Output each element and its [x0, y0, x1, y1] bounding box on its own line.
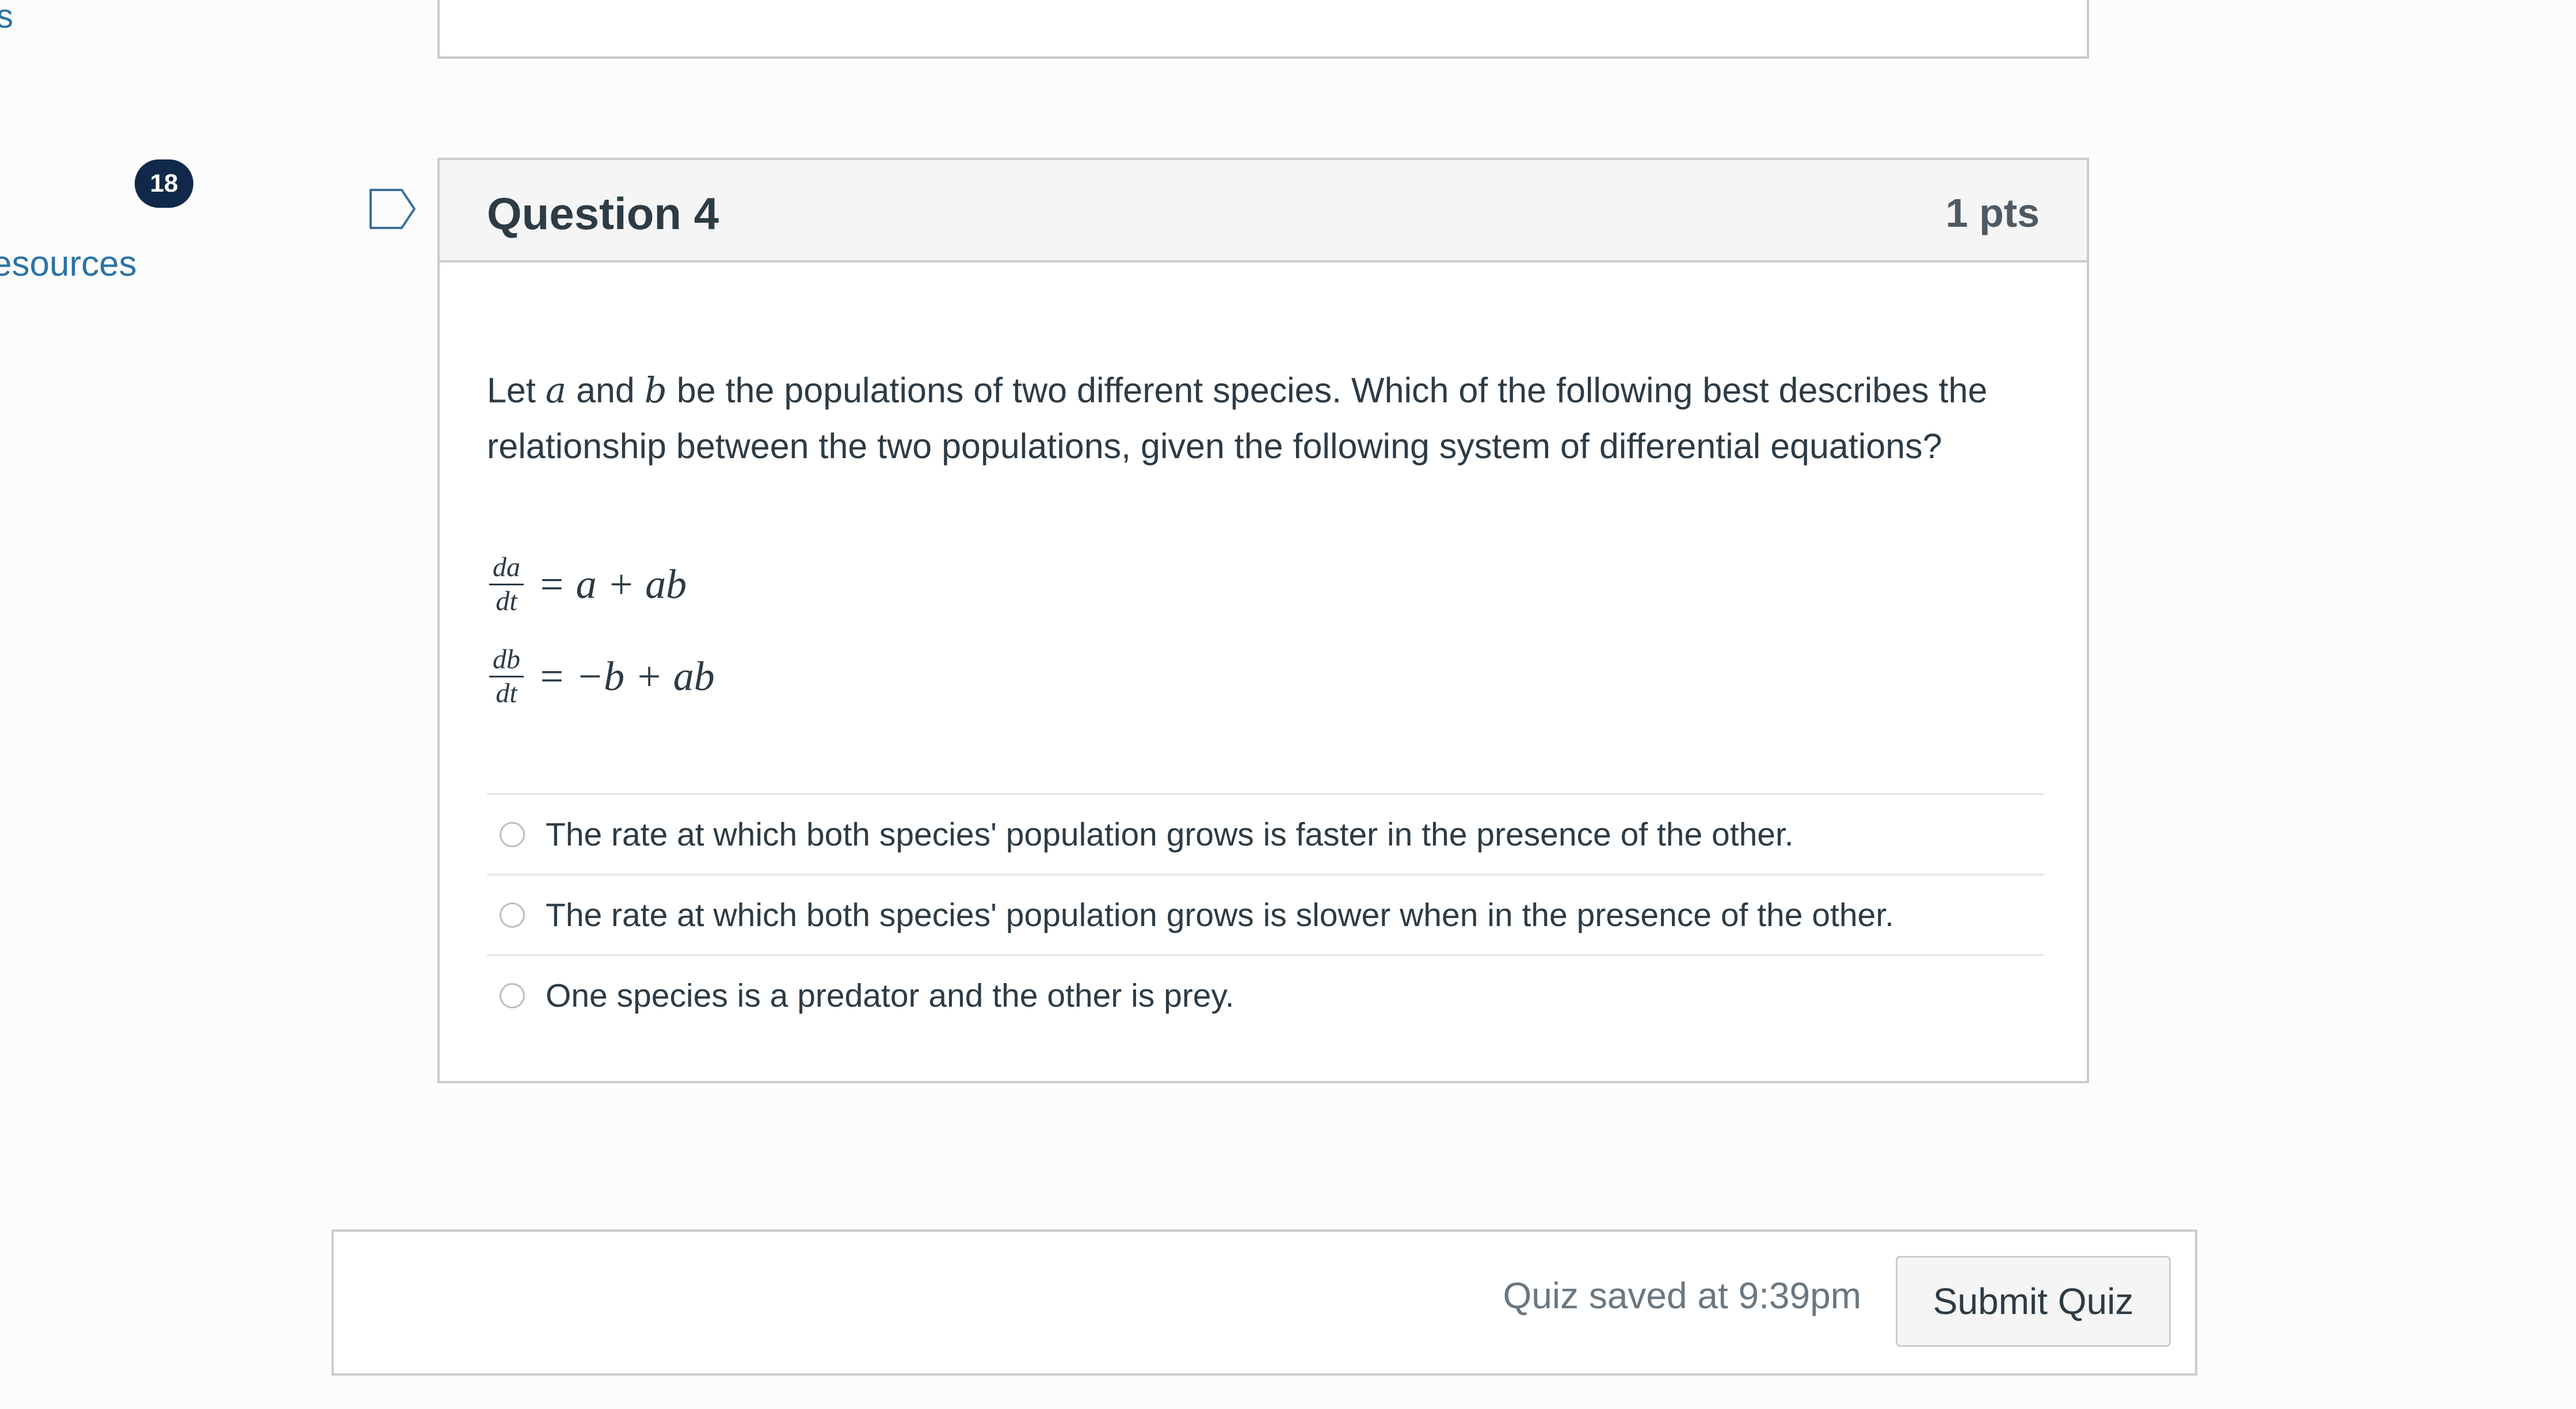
equation-db-dt: db dt = −b + ab	[489, 643, 715, 710]
sidebar-link-resources[interactable]: esources	[0, 246, 137, 282]
quiz-saved-status: Quiz saved at 9:39pm	[1503, 1275, 1861, 1316]
fraction-numerator: da	[489, 551, 524, 585]
question-points: 1 pts	[1945, 191, 2040, 235]
variable-b: b	[644, 370, 667, 411]
answer-option[interactable]: The rate at which both species' populati…	[487, 795, 2044, 875]
question-text-part: and	[566, 371, 645, 410]
fraction-denominator: dt	[496, 678, 517, 709]
answer-radio[interactable]	[500, 983, 525, 1008]
equation-rhs: = a + ab	[538, 561, 687, 607]
question-title: Question 4	[487, 188, 719, 239]
fraction-numerator: db	[489, 643, 524, 677]
sidebar-link-partial[interactable]: s	[0, 0, 13, 33]
answer-label[interactable]: The rate at which both species' populati…	[546, 896, 1894, 934]
quiz-page: s 18 esources Question 4 1 pts Let a and…	[0, 0, 2576, 1409]
question-text-part: Let	[487, 371, 546, 410]
answer-list: The rate at which both species' populati…	[487, 793, 2044, 1035]
submit-quiz-button[interactable]: Submit Quiz	[1896, 1256, 2171, 1347]
fraction-denominator: dt	[496, 586, 517, 616]
question-text-part: be the populations of two different spec…	[487, 371, 1988, 466]
derivative-fraction: da dt	[489, 551, 524, 618]
question-header: Question 4 1 pts	[440, 160, 2087, 262]
answer-label[interactable]: One species is a predator and the other …	[546, 977, 1234, 1015]
derivative-fraction: db dt	[489, 643, 524, 710]
question-text: Let a and b be the populations of two di…	[487, 363, 2041, 474]
answer-option[interactable]: One species is a predator and the other …	[487, 956, 2044, 1035]
answer-label[interactable]: The rate at which both species' populati…	[546, 816, 1794, 854]
question-card: Question 4 1 pts Let a and b be the popu…	[437, 158, 2089, 1083]
flag-question-icon[interactable]	[368, 188, 418, 230]
answer-radio[interactable]	[500, 902, 525, 928]
quiz-footer: Quiz saved at 9:39pm Submit Quiz	[331, 1229, 2197, 1376]
equation-rhs: = −b + ab	[538, 653, 715, 699]
answer-option[interactable]: The rate at which both species' populati…	[487, 875, 2044, 956]
answer-radio[interactable]	[500, 821, 525, 847]
previous-question-card	[437, 0, 2089, 59]
unread-count-badge: 18	[135, 159, 193, 208]
equation-da-dt: da dt = a + ab	[489, 551, 687, 618]
variable-a: a	[545, 370, 567, 411]
